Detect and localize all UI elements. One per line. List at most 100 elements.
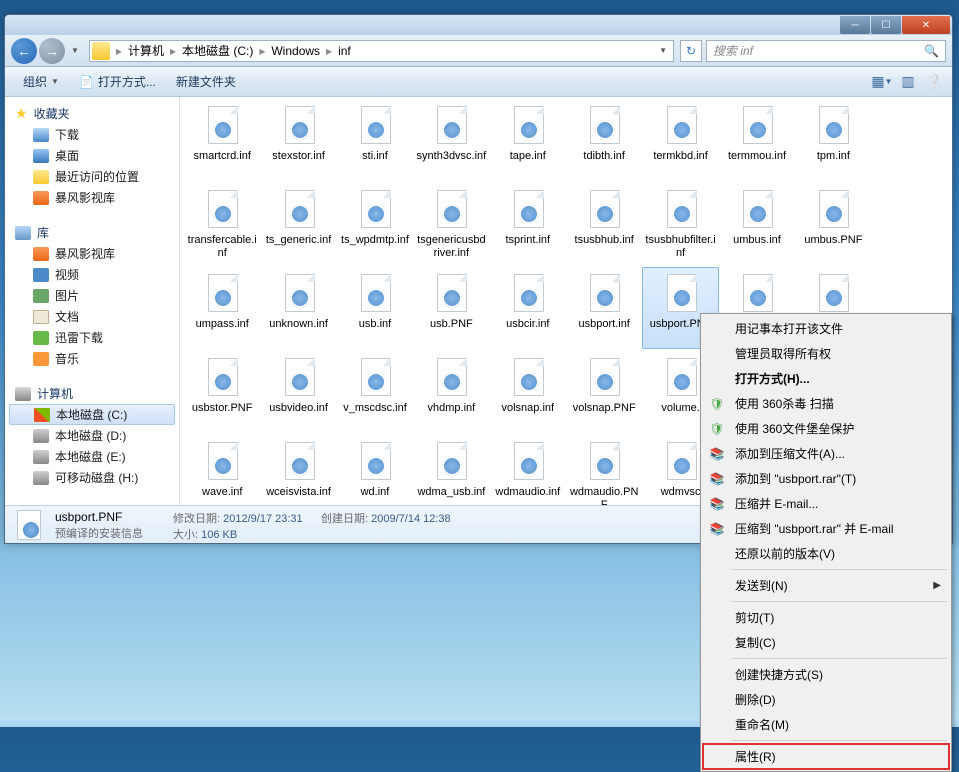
file-item[interactable]: umbus.PNF xyxy=(795,183,871,265)
address-dropdown-icon[interactable]: ▼ xyxy=(655,46,671,55)
cm-add-rar[interactable]: 📚添加到 "usbport.rar"(T) xyxy=(703,466,949,491)
crumb-computer[interactable]: 计算机 xyxy=(124,42,168,59)
cm-compress-email[interactable]: 📚压缩并 E-mail... xyxy=(703,491,949,516)
file-item[interactable]: v_mscdsc.inf xyxy=(337,351,413,433)
windows-drive-icon xyxy=(34,408,50,422)
removable-drive-icon xyxy=(33,471,49,485)
favorites-header[interactable]: ★收藏夹 xyxy=(5,103,179,124)
titlebar: ─ ☐ ✕ xyxy=(5,15,952,35)
cm-compress-rar-email[interactable]: 📚压缩到 "usbport.rar" 并 E-mail xyxy=(703,516,949,541)
file-item[interactable]: wdma_usb.inf xyxy=(413,435,489,505)
preview-pane-button[interactable]: ▥ xyxy=(898,72,918,92)
crumb-drive[interactable]: 本地磁盘 (C:) xyxy=(178,42,257,59)
cm-add-archive[interactable]: 📚添加到压缩文件(A)... xyxy=(703,441,949,466)
libraries-header[interactable]: 库 xyxy=(5,222,179,243)
organize-button[interactable]: 组织▼ xyxy=(13,70,69,93)
sidebar-item-downloads[interactable]: 下载 xyxy=(5,124,179,145)
file-item[interactable]: vhdmp.inf xyxy=(413,351,489,433)
cm-copy[interactable]: 复制(C) xyxy=(703,630,949,655)
sidebar-item-recent[interactable]: 最近访问的位置 xyxy=(5,166,179,187)
sidebar-item-drive-d[interactable]: 本地磁盘 (D:) xyxy=(5,425,179,446)
sidebar-item-drive-c[interactable]: 本地磁盘 (C:) xyxy=(9,404,175,425)
cm-create-shortcut[interactable]: 创建快捷方式(S) xyxy=(703,662,949,687)
cm-send-to[interactable]: 发送到(N)▶ xyxy=(703,573,949,598)
crumb-inf[interactable]: inf xyxy=(334,44,355,58)
file-name-label: unknown.inf xyxy=(269,318,328,344)
computer-header[interactable]: 计算机 xyxy=(5,383,179,404)
cm-360-protect[interactable]: 🛡使用 360文件堡垒保护 xyxy=(703,416,949,441)
file-item[interactable]: tsgenericusbdriver.inf xyxy=(413,183,489,265)
cm-restore-prev[interactable]: 还原以前的版本(V) xyxy=(703,541,949,566)
sidebar-item-desktop[interactable]: 桌面 xyxy=(5,145,179,166)
file-item[interactable]: wceisvista.inf xyxy=(260,435,336,505)
file-item[interactable]: sti.inf xyxy=(337,99,413,181)
file-item[interactable]: tsusbhubfilter.inf xyxy=(642,183,718,265)
cm-cut[interactable]: 剪切(T) xyxy=(703,605,949,630)
file-item[interactable]: ts_wpdmtp.inf xyxy=(337,183,413,265)
cm-360-scan[interactable]: 🛡使用 360杀毒 扫描 xyxy=(703,391,949,416)
inf-file-icon xyxy=(506,440,550,484)
sidebar-item-baofeng[interactable]: 暴风影视库 xyxy=(5,187,179,208)
sidebar-item-pictures[interactable]: 图片 xyxy=(5,285,179,306)
file-item[interactable]: usbstor.PNF xyxy=(184,351,260,433)
file-item[interactable]: wdmaudio.inf xyxy=(490,435,566,505)
file-item[interactable]: usb.inf xyxy=(337,267,413,349)
cm-admin-take[interactable]: 管理员取得所有权 xyxy=(703,341,949,366)
file-item[interactable]: wdmaudio.PNF xyxy=(566,435,642,505)
file-item[interactable]: wd.inf xyxy=(337,435,413,505)
forward-button[interactable]: → xyxy=(39,38,65,64)
file-name-label: tsusbhub.inf xyxy=(575,234,634,260)
file-item[interactable]: tpm.inf xyxy=(795,99,871,181)
sidebar-item-videos[interactable]: 视频 xyxy=(5,264,179,285)
cm-properties[interactable]: 属性(R) xyxy=(703,744,949,769)
inf-file-icon xyxy=(277,104,321,148)
cm-rename[interactable]: 重命名(M) xyxy=(703,712,949,737)
file-item[interactable]: usbvideo.inf xyxy=(260,351,336,433)
sidebar-item-drive-h[interactable]: 可移动磁盘 (H:) xyxy=(5,467,179,488)
file-item[interactable]: volsnap.PNF xyxy=(566,351,642,433)
file-item[interactable]: usbcir.inf xyxy=(490,267,566,349)
minimize-button[interactable]: ─ xyxy=(840,16,870,34)
help-button[interactable]: ❔ xyxy=(924,72,944,92)
file-item[interactable]: wave.inf xyxy=(184,435,260,505)
cm-delete[interactable]: 删除(D) xyxy=(703,687,949,712)
sidebar-item-baofeng-lib[interactable]: 暴风影视库 xyxy=(5,243,179,264)
sidebar-item-drive-e[interactable]: 本地磁盘 (E:) xyxy=(5,446,179,467)
file-item[interactable]: tdibth.inf xyxy=(566,99,642,181)
baofeng-icon xyxy=(33,247,49,261)
file-item[interactable]: umbus.inf xyxy=(719,183,795,265)
sidebar-item-xunlei[interactable]: 迅雷下载 xyxy=(5,327,179,348)
file-item[interactable]: ts_generic.inf xyxy=(260,183,336,265)
file-item[interactable]: transfercable.inf xyxy=(184,183,260,265)
open-with-button[interactable]: 📄打开方式... xyxy=(69,70,166,93)
file-name-label: termkbd.inf xyxy=(653,150,707,176)
file-item[interactable]: termkbd.inf xyxy=(642,99,718,181)
sidebar-item-music[interactable]: 音乐 xyxy=(5,348,179,369)
file-item[interactable]: umpass.inf xyxy=(184,267,260,349)
file-item[interactable]: tsprint.inf xyxy=(490,183,566,265)
file-item[interactable]: usbport.inf xyxy=(566,267,642,349)
back-button[interactable]: ← xyxy=(11,38,37,64)
cm-open-notepad[interactable]: 用记事本打开该文件 xyxy=(703,316,949,341)
file-name-label: wdma_usb.inf xyxy=(417,486,485,505)
refresh-button[interactable]: ↻ xyxy=(680,40,702,62)
file-item[interactable]: termmou.inf xyxy=(719,99,795,181)
maximize-button[interactable]: ☐ xyxy=(871,16,901,34)
address-bar[interactable]: ▸ 计算机 ▸ 本地磁盘 (C:) ▸ Windows ▸ inf ▼ xyxy=(89,40,674,62)
file-item[interactable]: tape.inf xyxy=(490,99,566,181)
file-item[interactable]: volsnap.inf xyxy=(490,351,566,433)
crumb-windows[interactable]: Windows xyxy=(267,44,324,58)
search-input[interactable]: 搜索 inf xyxy=(706,40,946,62)
history-dropdown-icon[interactable]: ▼ xyxy=(71,46,79,55)
close-button[interactable]: ✕ xyxy=(902,16,950,34)
file-item[interactable]: smartcrd.inf xyxy=(184,99,260,181)
file-item[interactable]: tsusbhub.inf xyxy=(566,183,642,265)
file-item[interactable]: usb.PNF xyxy=(413,267,489,349)
file-item[interactable]: synth3dvsc.inf xyxy=(413,99,489,181)
sidebar-item-documents[interactable]: 文档 xyxy=(5,306,179,327)
new-folder-button[interactable]: 新建文件夹 xyxy=(166,70,246,93)
file-item[interactable]: stexstor.inf xyxy=(260,99,336,181)
cm-open-with[interactable]: 打开方式(H)... xyxy=(703,366,949,391)
view-options-button[interactable]: ▦ ▼ xyxy=(872,72,892,92)
file-item[interactable]: unknown.inf xyxy=(260,267,336,349)
